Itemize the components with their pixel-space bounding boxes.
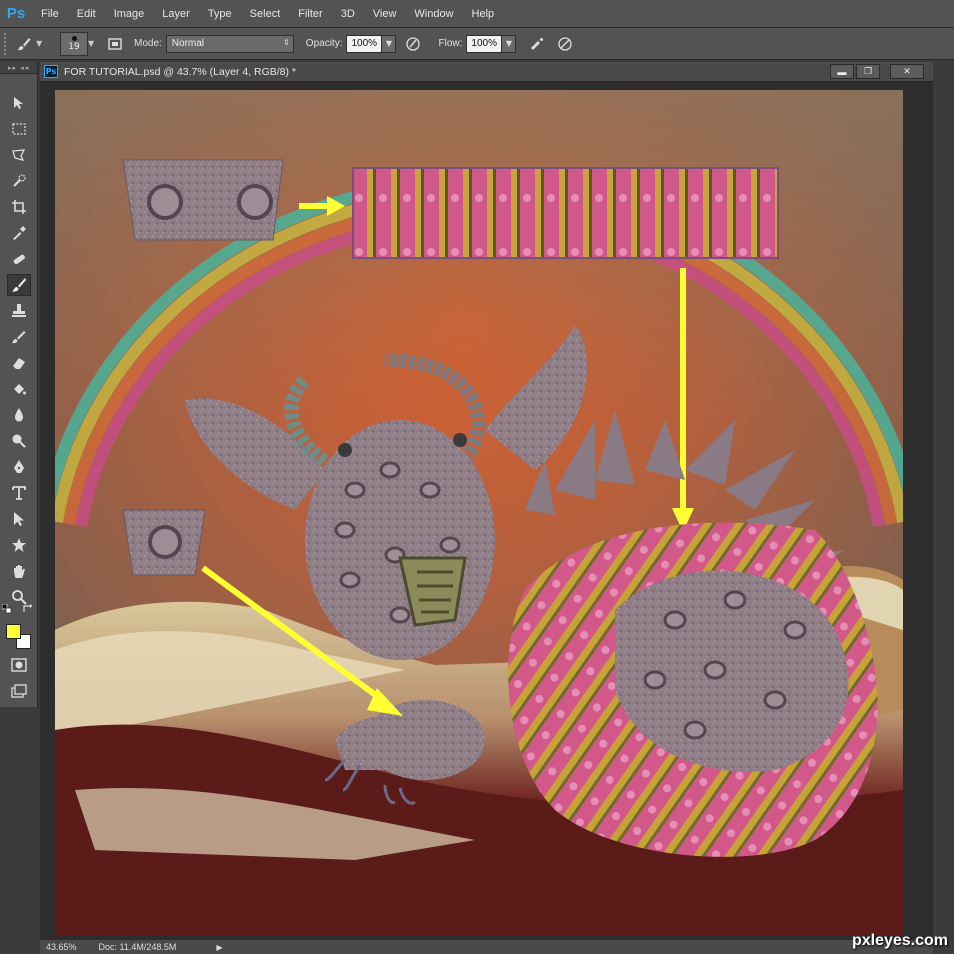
menu-bar: Ps File Edit Image Layer Type Select Fil… [0,0,954,28]
opacity-dropdown-icon[interactable]: ▼ [382,34,397,53]
opacity-value: 100% [351,38,378,49]
brush-tool-preset-icon[interactable] [12,33,36,55]
menu-window[interactable]: Window [405,8,462,20]
mode-select[interactable]: Normal ⇕ [165,34,294,53]
menu-3d[interactable]: 3D [332,8,364,20]
menu-help[interactable]: Help [463,8,504,20]
brush-size-value: 19 [68,41,80,52]
dodge-tool-icon[interactable] [7,430,31,452]
flow-label: Flow: [438,38,463,49]
document-title: FOR TUTORIAL.psd @ 43.7% (Layer 4, RGB/8… [64,65,297,78]
document-ps-icon: Ps [44,65,58,78]
menu-select[interactable]: Select [241,8,290,20]
path-selection-tool-icon[interactable] [7,508,31,530]
pen-tool-icon[interactable] [7,456,31,478]
clone-stamp-tool-icon[interactable] [7,300,31,322]
spot-healing-tool-icon[interactable] [7,248,31,270]
menu-edit[interactable]: Edit [68,8,105,20]
lasso-tool-icon[interactable] [7,144,31,166]
status-menu-arrow-icon[interactable]: ▶ [216,943,222,952]
right-panel-strip [933,62,954,954]
pressure-opacity-icon[interactable] [402,33,424,55]
pressure-size-icon[interactable] [554,33,576,55]
document-size-info: Doc: 11.4M/248.5M [98,942,177,952]
blur-tool-icon[interactable] [7,404,31,426]
brush-dot-icon [71,35,77,41]
quick-mask-icon[interactable] [7,654,31,676]
quick-selection-tool-icon[interactable] [7,170,31,192]
brush-preset-dropdown-icon[interactable]: ▼ [36,33,46,55]
mode-select-arrow-icon: ⇕ [283,37,290,47]
flow-input[interactable]: 100% [466,34,503,53]
flow-dropdown-icon[interactable]: ▼ [502,34,517,53]
swap-colors-icon[interactable] [22,604,34,614]
brush-panel-toggle-icon[interactable] [104,33,126,55]
menu-view[interactable]: View [364,8,406,20]
close-button[interactable]: ✕ [890,64,924,79]
mode-label: Mode: [134,38,162,49]
mode-value: Normal [171,38,205,49]
menu-file[interactable]: File [32,8,68,20]
marquee-tool-icon[interactable] [7,118,31,140]
menu-layer[interactable]: Layer [153,8,199,20]
brush-size-dropdown-icon[interactable]: ▼ [88,33,98,55]
menu-type[interactable]: Type [199,8,241,20]
crop-tool-icon[interactable] [7,196,31,218]
tools-panel-header[interactable]: ▸▸ ◂◂ [0,62,37,74]
status-bar: 43.65% Doc: 11.4M/248.5M ▶ [40,940,933,954]
airbrush-icon[interactable] [526,33,548,55]
artwork-illustration [55,90,903,936]
move-tool-icon[interactable] [7,92,31,114]
app-logo: Ps [6,5,26,22]
minimize-button[interactable]: ▬ [830,64,854,79]
zoom-level[interactable]: 43.65% [46,942,77,952]
options-grip[interactable] [4,32,12,55]
opacity-label: Opacity: [305,38,343,49]
tools-panel: ▸▸ ◂◂ [0,62,38,707]
type-tool-icon[interactable] [7,482,31,504]
brush-size-picker[interactable]: 19 [60,31,88,56]
paint-bucket-tool-icon[interactable] [7,378,31,400]
document-tab[interactable]: Ps FOR TUTORIAL.psd @ 43.7% (Layer 4, RG… [40,62,933,82]
custom-shape-tool-icon[interactable] [7,534,31,556]
hand-tool-icon[interactable] [7,560,31,582]
default-colors-icon[interactable] [2,604,12,614]
flow-value: 100% [471,38,497,49]
foreground-color-swatch[interactable] [6,624,21,639]
restore-button[interactable]: ❐ [856,64,880,79]
menu-filter[interactable]: Filter [289,8,331,20]
brush-tool-icon[interactable] [7,274,31,296]
eraser-tool-icon[interactable] [7,352,31,374]
opacity-input[interactable]: 100% [346,34,383,53]
document-canvas[interactable] [55,90,903,936]
history-brush-tool-icon[interactable] [7,326,31,348]
screen-mode-icon[interactable] [7,680,31,702]
eyedropper-tool-icon[interactable] [7,222,31,244]
options-bar: ▼ 19 ▼ Mode: Normal ⇕ Opacity: 100% ▼ Fl… [0,28,954,60]
document-window: Ps FOR TUTORIAL.psd @ 43.7% (Layer 4, RG… [40,62,933,954]
watermark: pxleyes.com [851,932,948,949]
menu-image[interactable]: Image [105,8,154,20]
